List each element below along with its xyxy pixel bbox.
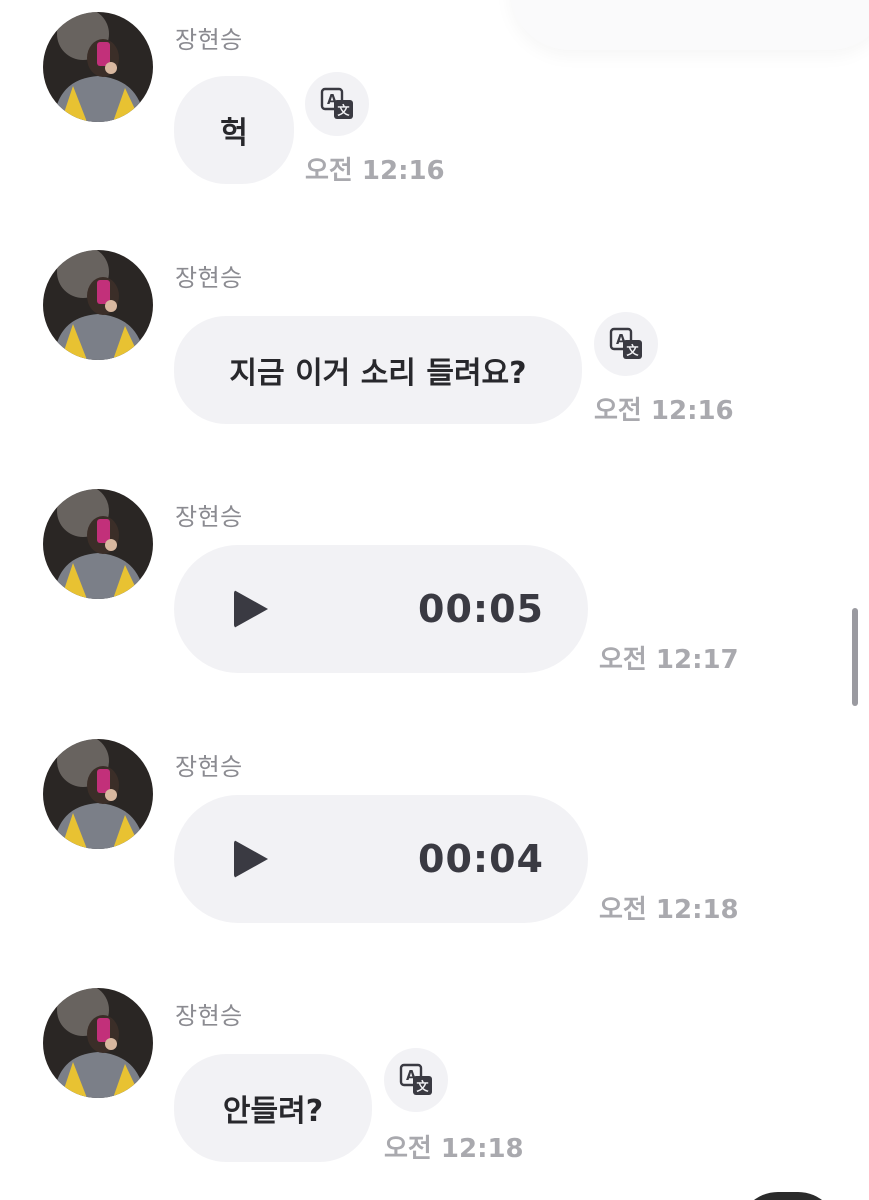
avatar-photo: [43, 739, 153, 849]
sender-name: 장현승: [175, 264, 243, 292]
message-bubble[interactable]: 안들려?: [174, 1054, 372, 1162]
voice-message-bubble[interactable]: 00:05: [174, 545, 588, 673]
avatar-photo: [43, 988, 153, 1098]
message-text: 지금 이거 소리 들려요?: [229, 356, 527, 391]
avatar[interactable]: [43, 12, 153, 122]
translate-icon: A 文: [399, 1063, 432, 1095]
translate-icon: A 文: [320, 87, 353, 119]
floating-button-edge[interactable]: [738, 1192, 838, 1200]
voice-duration: 00:05: [418, 587, 544, 631]
message-time: 오전 12:16: [305, 156, 445, 186]
message-time: 오전 12:16: [594, 396, 734, 426]
message-bubble[interactable]: 지금 이거 소리 들려요?: [174, 316, 582, 424]
play-icon[interactable]: [234, 840, 268, 878]
message-text: 안들려?: [222, 1094, 324, 1129]
svg-text:文: 文: [626, 343, 639, 358]
svg-text:文: 文: [416, 1079, 429, 1094]
message-text: 헉: [220, 116, 248, 151]
avatar-photo: [43, 489, 153, 599]
top-overlay: [510, 0, 869, 50]
translate-button[interactable]: A 文: [384, 1048, 448, 1112]
voice-message-bubble[interactable]: 00:04: [174, 795, 588, 923]
scrollbar[interactable]: [852, 608, 858, 706]
translate-icon: A 文: [609, 327, 642, 359]
sender-name: 장현승: [175, 753, 243, 781]
message-time: 오전 12:17: [599, 645, 739, 675]
avatar[interactable]: [43, 250, 153, 360]
sender-name: 장현승: [175, 503, 243, 531]
avatar[interactable]: [43, 489, 153, 599]
chat-screen: 장현승 헉 A 文 오전 12:16 장현승 지금 이거 소리 들려요? A 文…: [0, 0, 869, 1200]
avatar-photo: [43, 250, 153, 360]
avatar-photo: [43, 12, 153, 122]
voice-duration: 00:04: [418, 837, 544, 881]
translate-button[interactable]: A 文: [594, 312, 658, 376]
message-bubble[interactable]: 헉: [174, 76, 294, 184]
avatar[interactable]: [43, 739, 153, 849]
avatar[interactable]: [43, 988, 153, 1098]
sender-name: 장현승: [175, 26, 243, 54]
svg-text:文: 文: [337, 103, 350, 118]
translate-button[interactable]: A 文: [305, 72, 369, 136]
message-time: 오전 12:18: [384, 1134, 524, 1164]
message-time: 오전 12:18: [599, 895, 739, 925]
sender-name: 장현승: [175, 1002, 243, 1030]
play-icon[interactable]: [234, 590, 268, 628]
